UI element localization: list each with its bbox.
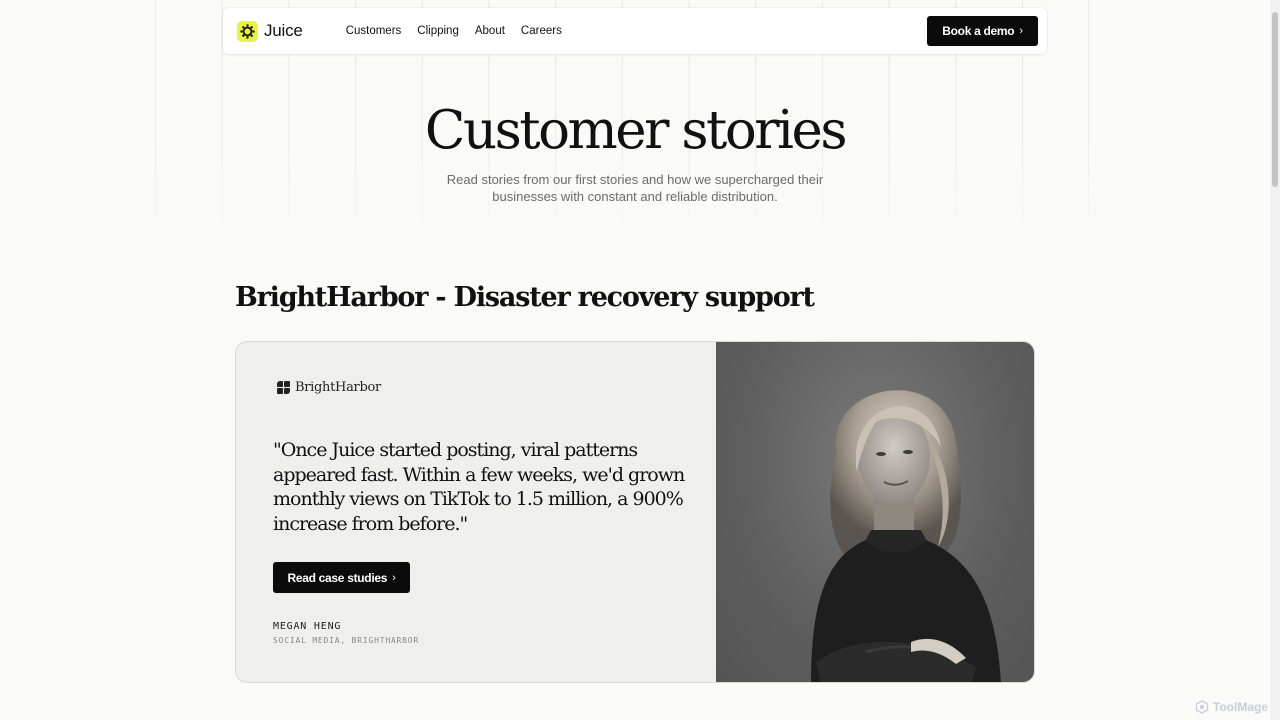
nav-link-clipping[interactable]: Clipping: [417, 25, 459, 37]
juice-logo-icon: [237, 20, 258, 42]
nav-links: Customers Clipping About Careers: [346, 25, 578, 37]
chevron-right-icon: ›: [1019, 25, 1023, 37]
read-case-studies-label: Read case studies: [287, 570, 388, 585]
top-navigation: Juice Customers Clipping About Careers B…: [223, 8, 1047, 54]
brightharbor-logo-icon: [277, 381, 290, 394]
book-demo-label: Book a demo: [942, 24, 1015, 38]
brand-logo: BrightHarbor: [277, 380, 381, 395]
person-role: SOCIAL MEDIA, BRIGHTHARBOR: [273, 636, 420, 645]
testimonial-quote: "Once Juice started posting, viral patte…: [273, 439, 685, 535]
page-title: Customer stories: [424, 100, 848, 161]
story-content: BrightHarbor "Once Juice started posting…: [236, 342, 716, 682]
chevron-right-icon: ›: [392, 571, 396, 584]
watermark-text: ToolMage: [1212, 700, 1268, 714]
page-subtitle: Read stories from our first stories and …: [446, 172, 824, 204]
juice-logo[interactable]: Juice: [237, 20, 303, 42]
logo-text: Juice: [264, 21, 303, 40]
nav-link-careers[interactable]: Careers: [521, 25, 562, 37]
scrollbar[interactable]: [1270, 0, 1280, 720]
watermark: ToolMage: [1195, 700, 1268, 714]
story-section-title: BrightHarbor - Disaster recovery support: [235, 282, 815, 313]
nav-link-customers[interactable]: Customers: [346, 25, 402, 37]
person-name: MEGAN HENG: [273, 621, 342, 632]
toolmage-logo-icon: [1195, 700, 1209, 714]
portrait-illustration: [811, 390, 1001, 682]
nav-link-about[interactable]: About: [475, 25, 505, 37]
testimonial-portrait: [716, 342, 1034, 682]
scrollbar-thumb[interactable]: [1272, 12, 1278, 187]
customer-story-card: BrightHarbor "Once Juice started posting…: [235, 341, 1035, 683]
brand-name: BrightHarbor: [295, 380, 381, 395]
read-case-studies-button[interactable]: Read case studies ›: [273, 562, 410, 593]
book-demo-button[interactable]: Book a demo ›: [927, 16, 1038, 46]
